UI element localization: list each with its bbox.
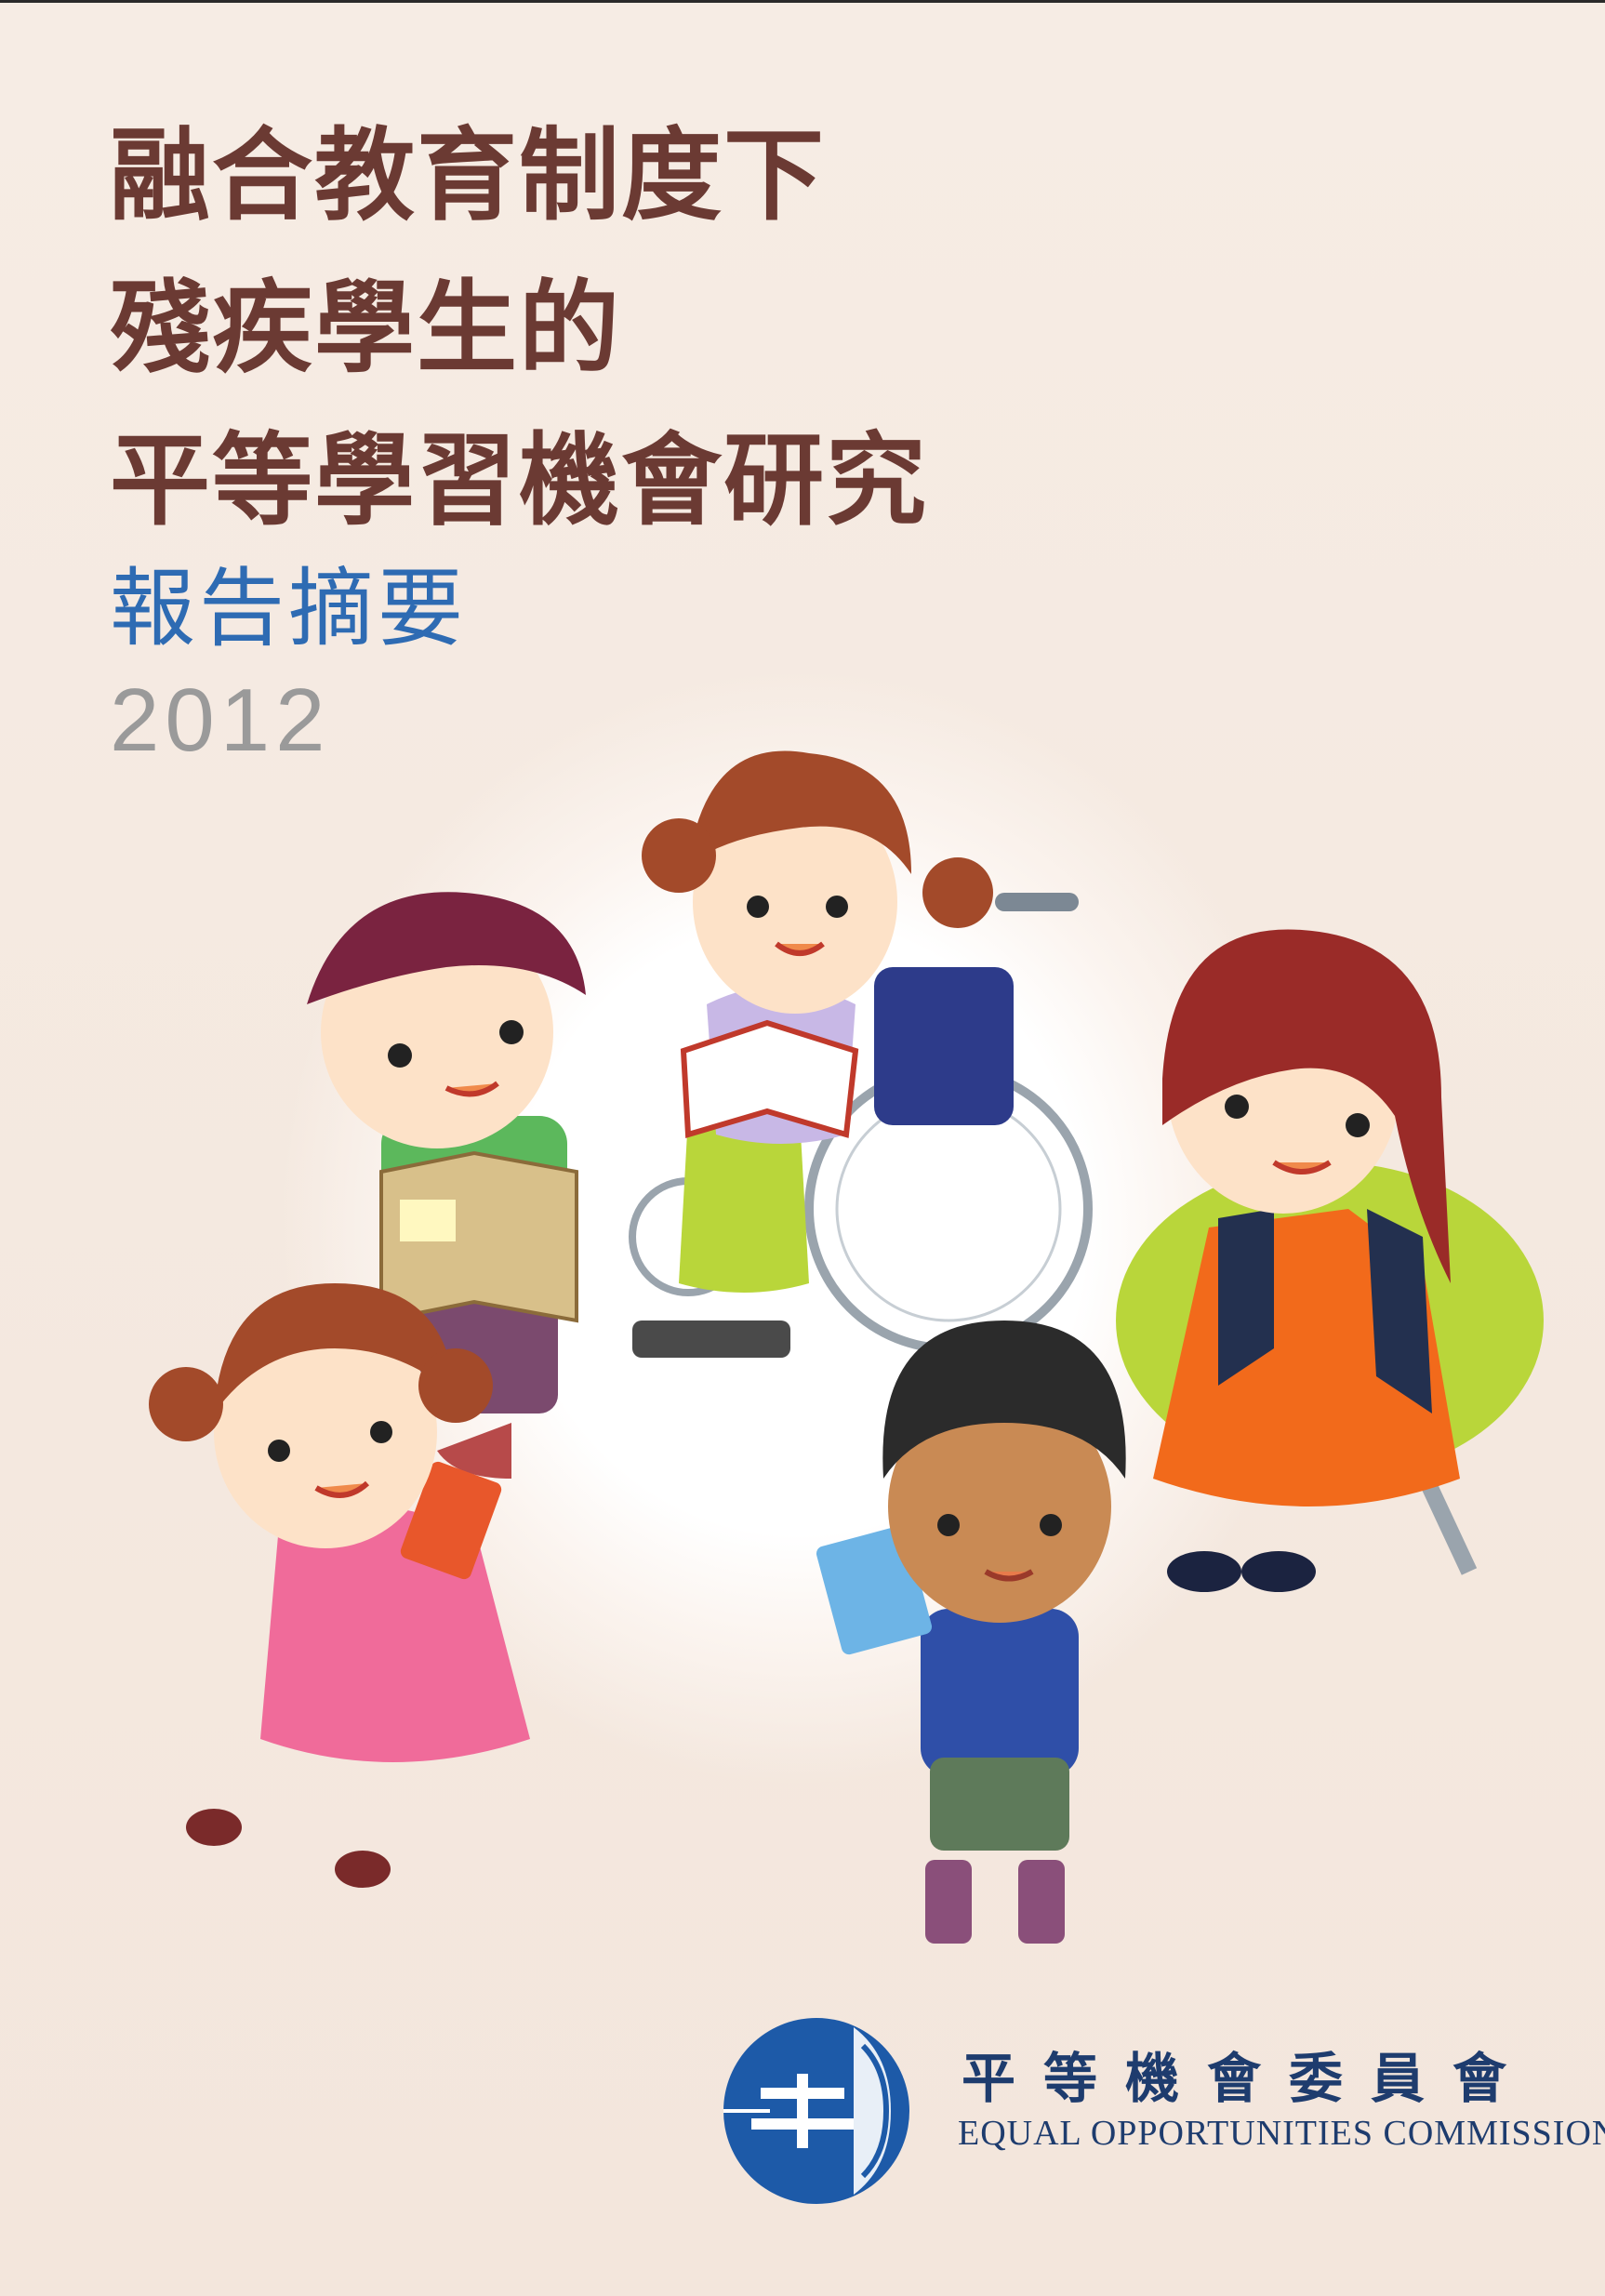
children-reading-illustration: [149, 750, 1544, 1944]
org-name-en: EQUAL OPPORTUNITIES COMMISSION: [958, 2114, 1605, 2153]
org-name-zh: 平等機會委員會: [962, 2047, 1535, 2110]
boy-curly-hair: [816, 1321, 1126, 1944]
girl-orange-dress: [1116, 929, 1544, 1592]
eoc-logo-icon: [723, 2018, 909, 2204]
cover-page: 融合教育制度下 殘疾學生的 平等學習機會研究 報告摘要 2012 平等機會委員會…: [0, 0, 1605, 2296]
girl-pink-dress: [149, 1283, 530, 1888]
wheelchair-girl: [629, 750, 1093, 1358]
